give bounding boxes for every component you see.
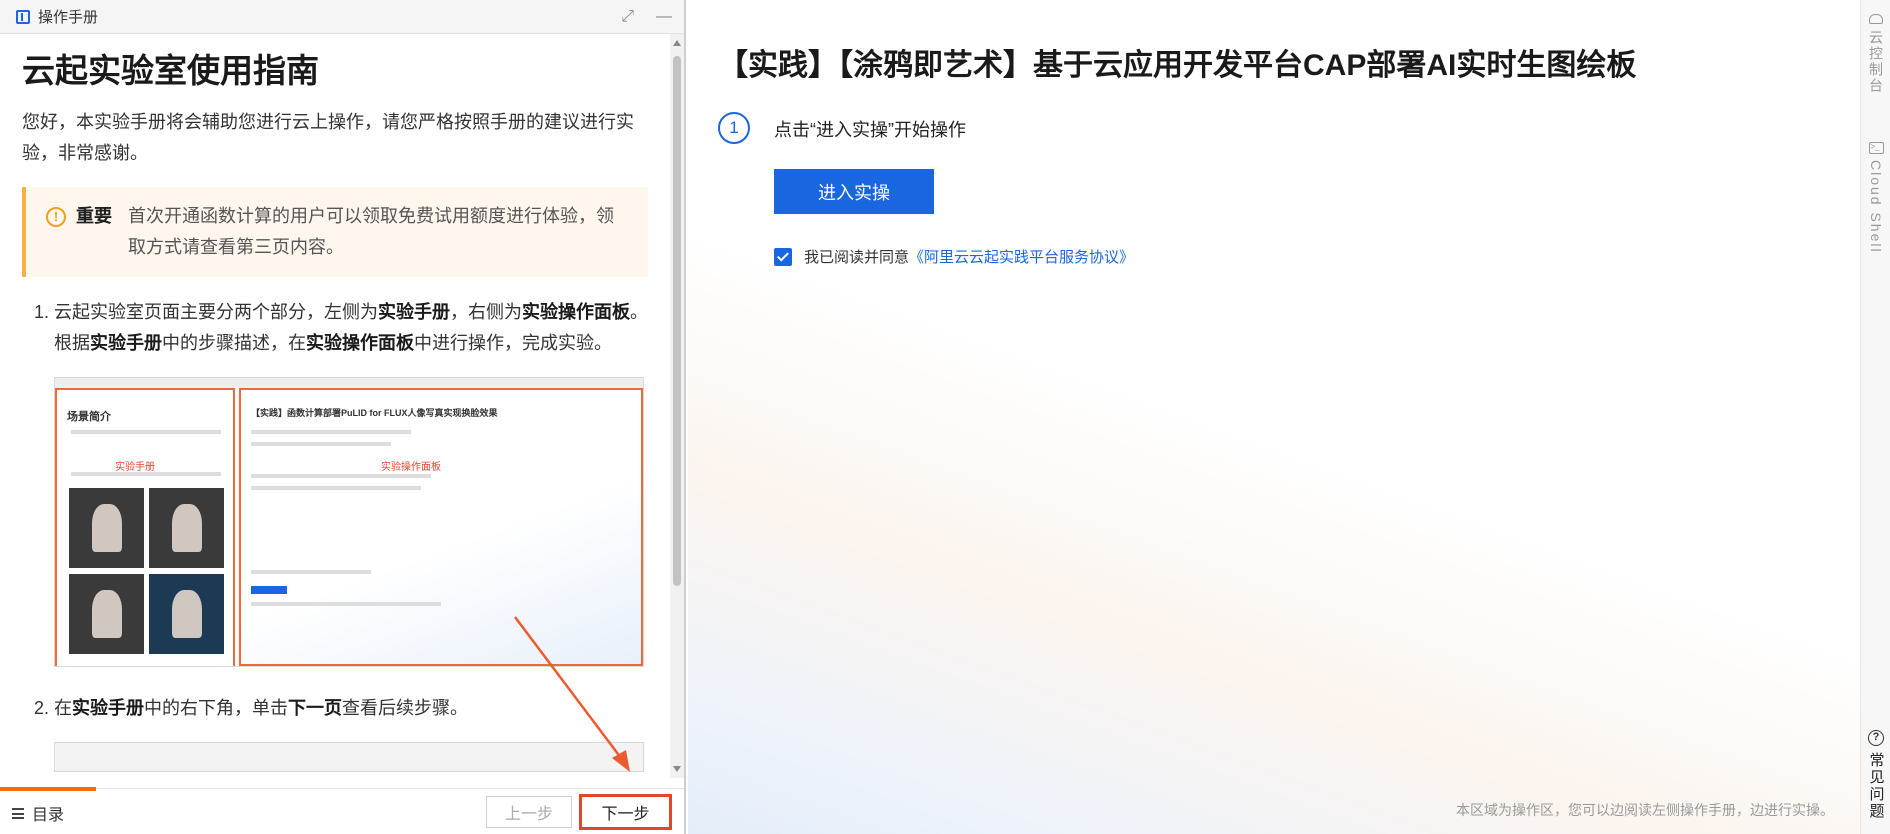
scroll-up-icon[interactable] [673, 40, 681, 46]
screenshot-topbar [55, 377, 643, 388]
important-notice: ! 重要 首次开通函数计算的用户可以领取免费试用额度进行体验，领取方式请查看第三… [22, 186, 648, 277]
manual-header-title: 操作手册 [38, 9, 99, 26]
step2-bold-b: 下一页 [288, 697, 342, 718]
operation-panel: 【实践】【涂鸦即艺术】基于云应用开发平台CAP部署AI实时生图绘板 1 点击“进… [688, 0, 1860, 834]
minimize-icon[interactable]: — [656, 8, 672, 26]
screenshot-line [251, 485, 421, 490]
step-item-2: 在实验手册中的右下角，单击下一页查看后续步骤。 [54, 693, 648, 772]
step1-text-a: 云起实验室页面主要分两个部分，左侧为 [54, 301, 378, 322]
step1-bold-d: 实验操作面板 [306, 332, 414, 353]
step-number-badge: 1 [718, 112, 750, 144]
rail-faq[interactable]: ? 常见问题 [1861, 730, 1890, 820]
step1-bold-a: 实验手册 [378, 301, 450, 322]
manual-content[interactable]: 云起实验室使用指南 您好，本实验手册将会辅助您进行云上操作，请您严格按照手册的建… [0, 34, 670, 778]
screenshot-photo [149, 487, 224, 568]
agreement-link[interactable]: 《阿里云云起实践平台服务协议》 [909, 246, 1134, 267]
intro-text: 您好，本实验手册将会辅助您进行云上操作，请您严格按照手册的建议进行实验，非常感谢… [22, 111, 634, 163]
manual-panel: 操作手册 ⤢ — 云起实验室使用指南 您好，本实验手册将会辅助您进行云上操作，请… [0, 0, 686, 834]
screenshot-line [71, 471, 221, 476]
screenshot-left-title: 场景简介 [67, 410, 111, 423]
screenshot-line [251, 601, 441, 606]
scroll-thumb[interactable] [673, 56, 681, 586]
step1-text-b: ，右侧为 [450, 301, 522, 322]
step2-text-a: 在 [54, 697, 72, 718]
next-step-button[interactable]: 下一步 [579, 794, 672, 830]
agreement-row: 我已阅读并同意 《阿里云云起实践平台服务协议》 [774, 246, 1134, 267]
rail-console-label: 云控制台 [1868, 30, 1884, 94]
manual-footer: 目录 上一步 下一步 [0, 787, 684, 834]
operation-title: 【实践】【涂鸦即艺术】基于云应用开发平台CAP部署AI实时生图绘板 [718, 49, 1637, 82]
agreement-text: 我已阅读并同意 [804, 249, 910, 266]
notice-text: 首次开通函数计算的用户可以领取免费试用额度进行体验，领取方式请查看第三页内容。 [128, 205, 614, 257]
enter-lab-button[interactable]: 进入实操 [774, 169, 934, 214]
screenshot-right-title: 【实践】函数计算部署PuLID for FLUX人像写真实现换脸效果 [251, 407, 498, 418]
screenshot-right-tag: 实验操作面板 [381, 461, 441, 473]
agreement-checkbox[interactable] [774, 247, 792, 266]
step1-text-d: 中的步骤描述，在 [162, 332, 306, 353]
expand-icon[interactable]: ⤢ [621, 8, 634, 26]
step2-text-c: 查看后续步骤。 [342, 697, 468, 718]
screenshot-manual-area: 场景简介 实验手册 [55, 387, 235, 666]
toc-button[interactable]: 目录 [12, 801, 64, 825]
screenshot-photo [149, 573, 224, 654]
step1-bold-c: 实验手册 [90, 332, 162, 353]
screenshot-photo [69, 487, 144, 568]
book-icon [16, 9, 30, 24]
toc-label: 目录 [32, 807, 65, 824]
step2-text-b: 中的右下角，单击 [144, 697, 288, 718]
screenshot-line [251, 441, 391, 446]
step1-bold-b: 实验操作面板 [522, 301, 630, 322]
rail-cloud-shell[interactable]: >_ Cloud Shell [1861, 142, 1890, 254]
manual-scrollbar[interactable] [670, 34, 684, 778]
help-icon: ? [1868, 730, 1884, 746]
scroll-down-icon[interactable] [673, 766, 681, 772]
guide-title: 云起实验室使用指南 [22, 52, 319, 89]
screenshot-operation-area: 【实践】函数计算部署PuLID for FLUX人像写真实现换脸效果 实验操作面… [239, 387, 643, 666]
rail-console[interactable]: 云控制台 [1861, 14, 1890, 94]
next-step-screenshot [54, 741, 644, 772]
manual-header: 操作手册 ⤢ — [0, 0, 684, 34]
step-item-1: 云起实验室页面主要分两个部分，左侧为实验手册，右侧为实验操作面板。根据实验手册中… [54, 297, 648, 667]
step2-bold-a: 实验手册 [72, 697, 144, 718]
steps-list: 云起实验室页面主要分两个部分，左侧为实验手册，右侧为实验操作面板。根据实验手册中… [22, 297, 648, 772]
screenshot-line [251, 429, 411, 434]
rail-cloud-shell-label: Cloud Shell [1868, 160, 1884, 254]
list-icon [12, 807, 24, 819]
screenshot-left-tag: 实验手册 [115, 461, 155, 473]
operation-footer-note: 本区域为操作区，您可以边阅读左侧操作手册，边进行实操。 [1456, 802, 1834, 818]
step1-text-e: 中进行操作，完成实验。 [414, 332, 612, 353]
terminal-icon: >_ [1868, 142, 1884, 154]
layout-screenshot: 场景简介 实验手册 【实践】函数计算部署PuLID for FLUX人像写真实现… [54, 376, 644, 667]
screenshot-line [251, 473, 431, 478]
prev-step-button[interactable]: 上一步 [486, 796, 572, 828]
screenshot-line [251, 569, 371, 574]
side-rail: 云控制台 >_ Cloud Shell ? 常见问题 [1860, 0, 1890, 834]
screenshot-photo [69, 573, 144, 654]
cloud-icon [1869, 14, 1883, 24]
warning-icon: ! [46, 206, 66, 227]
step-instruction: 点击“进入实操”开始操作 [774, 120, 966, 140]
rail-faq-label: 常见问题 [1867, 752, 1885, 820]
notice-label: 重要 [76, 205, 112, 226]
screenshot-button [251, 585, 287, 594]
reading-progress-bar [0, 787, 96, 791]
screenshot-line [71, 429, 221, 434]
